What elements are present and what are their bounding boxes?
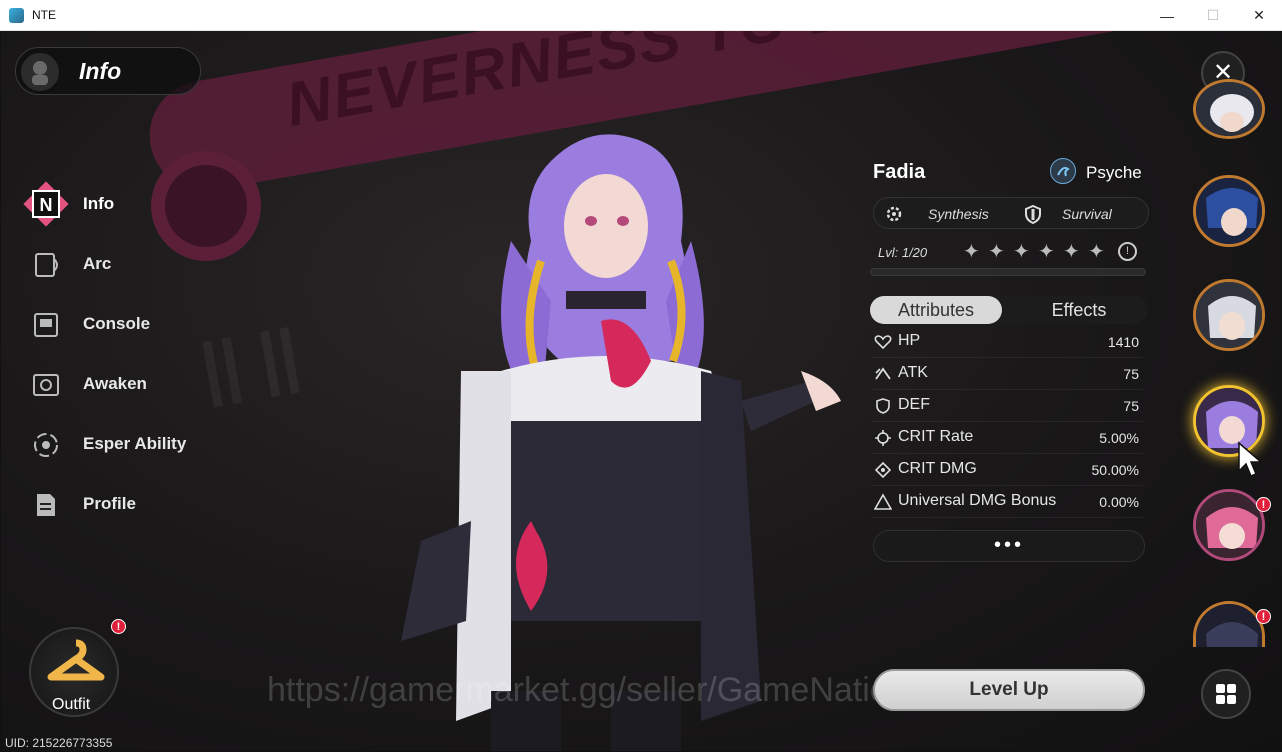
star-icon: ✦ xyxy=(963,241,980,263)
nav-item-profile[interactable]: Profile xyxy=(21,479,241,529)
roster-character-6[interactable] xyxy=(1193,601,1265,647)
attribute-value: 75 xyxy=(1123,366,1139,382)
attribute-row-hp: HP 1410 xyxy=(871,328,1143,358)
attribute-value: 5.00% xyxy=(1099,430,1139,446)
atk-icon xyxy=(875,367,891,380)
window-title: NTE xyxy=(32,8,56,22)
star-icon: ✦ xyxy=(988,241,1005,263)
nav-item-arc[interactable]: Arc xyxy=(21,239,241,289)
roster-grid-button[interactable] xyxy=(1201,669,1251,719)
attribute-row-atk: ATK 75 xyxy=(871,360,1143,390)
nav-label: Console xyxy=(83,314,151,333)
attribute-label: Universal DMG Bonus xyxy=(898,492,1057,509)
outfit-notification-badge: ! xyxy=(111,619,126,634)
roster-notification-badge: ! xyxy=(1256,497,1271,512)
character-illustration xyxy=(401,134,841,751)
role-tags: Synthesis Survival xyxy=(873,197,1149,229)
level-label: Lvl: 1/20 xyxy=(878,245,928,260)
level-progress-bar xyxy=(870,268,1146,276)
awaken-icon xyxy=(29,368,63,402)
attribute-label: CRIT Rate xyxy=(898,428,974,445)
star-icon: ✦ xyxy=(1013,241,1030,263)
console-icon xyxy=(29,308,63,342)
star-icon: ✦ xyxy=(1088,241,1105,263)
heart-icon xyxy=(874,335,892,350)
roster-character-5[interactable] xyxy=(1193,489,1265,561)
attribute-value: 1410 xyxy=(1107,334,1139,350)
hanger-icon xyxy=(47,639,105,681)
svg-text:N: N xyxy=(40,195,53,215)
nav-item-awaken[interactable]: Awaken xyxy=(21,359,241,409)
role-tag-synthesis: Synthesis xyxy=(884,198,989,230)
attribute-row-crit-rate: CRIT Rate 5.00% xyxy=(871,424,1143,454)
nav-label: Arc xyxy=(83,254,112,273)
nav-label: Awaken xyxy=(83,374,147,393)
outfit-label: Outfit xyxy=(52,696,91,713)
character-portrait xyxy=(1196,282,1262,348)
grid-icon xyxy=(1216,684,1236,704)
attribute-value: 50.00% xyxy=(1091,462,1139,478)
character-portrait xyxy=(1196,604,1262,647)
role-tag-survival: Survival xyxy=(1024,198,1112,230)
character-portrait xyxy=(1196,82,1262,136)
gear-icon xyxy=(886,206,902,222)
character-portrait xyxy=(1196,492,1262,558)
level-up-button[interactable]: Level Up xyxy=(873,669,1145,711)
maximize-button[interactable]: ☐ xyxy=(1190,0,1236,31)
tab-attributes[interactable]: Attributes xyxy=(870,296,1002,324)
shield-icon xyxy=(1025,204,1041,224)
minimize-button[interactable]: — xyxy=(1144,0,1190,31)
attribute-value: 75 xyxy=(1123,398,1139,414)
nav-item-info[interactable]: N Info xyxy=(21,179,241,229)
game-viewport: NEVERNESS TO EVERNESS || || Info N xyxy=(1,31,1281,751)
more-attributes-button[interactable]: ••• xyxy=(873,530,1145,562)
player-avatar[interactable] xyxy=(19,51,61,93)
roster-character-1[interactable] xyxy=(1193,79,1265,139)
star-icon: ✦ xyxy=(1038,241,1055,263)
nav-item-console[interactable]: Console xyxy=(21,299,241,349)
role-label: Survival xyxy=(1062,206,1112,222)
window-close-button[interactable]: ✕ xyxy=(1236,0,1282,31)
shield-icon xyxy=(876,398,890,414)
watermark-text: https://gamermarket.gg/seller/GameNation xyxy=(267,671,908,709)
attribute-label: DEF xyxy=(898,396,930,413)
role-label: Synthesis xyxy=(928,206,989,222)
attribute-row-crit-dmg: CRIT DMG 50.00% xyxy=(871,456,1143,486)
esper-swirl-icon xyxy=(29,428,63,462)
nav-label: Info xyxy=(83,194,115,213)
crosshair-icon xyxy=(875,430,891,446)
attribute-label: CRIT DMG xyxy=(898,460,977,477)
nav-label: Profile xyxy=(83,494,136,513)
nav-item-esper-ability[interactable]: Esper Ability xyxy=(21,419,241,469)
player-uid: UID: 215226773355 xyxy=(5,736,113,750)
attribute-value: 0.00% xyxy=(1099,494,1139,510)
n-logo-icon: N xyxy=(21,179,71,229)
attribute-row-def: DEF 75 xyxy=(871,392,1143,422)
app-icon xyxy=(9,8,24,23)
page-title: Info xyxy=(79,58,122,84)
attribute-tabs: Attributes Effects xyxy=(870,296,1148,324)
tab-effects[interactable]: Effects xyxy=(1010,296,1148,324)
attribute-label: HP xyxy=(898,332,921,349)
arc-icon xyxy=(29,248,63,282)
player-silhouette-icon xyxy=(32,61,48,85)
mouse-cursor-icon xyxy=(1238,441,1264,477)
character-name: Fadia xyxy=(873,161,926,183)
character-element: Psyche xyxy=(1086,163,1142,182)
roster-character-3[interactable] xyxy=(1193,279,1265,351)
roster-character-2[interactable] xyxy=(1193,175,1265,247)
window-titlebar: NTE — ☐ ✕ xyxy=(0,0,1282,31)
crosshair-icon xyxy=(874,461,892,479)
attribute-label: ATK xyxy=(898,364,928,381)
star-icon: ✦ xyxy=(1063,241,1080,263)
attribute-row-universal-dmg-bonus: Universal DMG Bonus 0.00% xyxy=(871,488,1143,518)
psyche-element-icon xyxy=(1050,158,1076,184)
info-circle-icon[interactable]: ! xyxy=(1118,242,1137,261)
character-portrait xyxy=(1196,178,1262,244)
roster-notification-badge: ! xyxy=(1256,609,1271,624)
triangle-icon xyxy=(874,493,892,510)
nav-label: Esper Ability xyxy=(83,434,187,453)
profile-document-icon xyxy=(29,488,63,522)
